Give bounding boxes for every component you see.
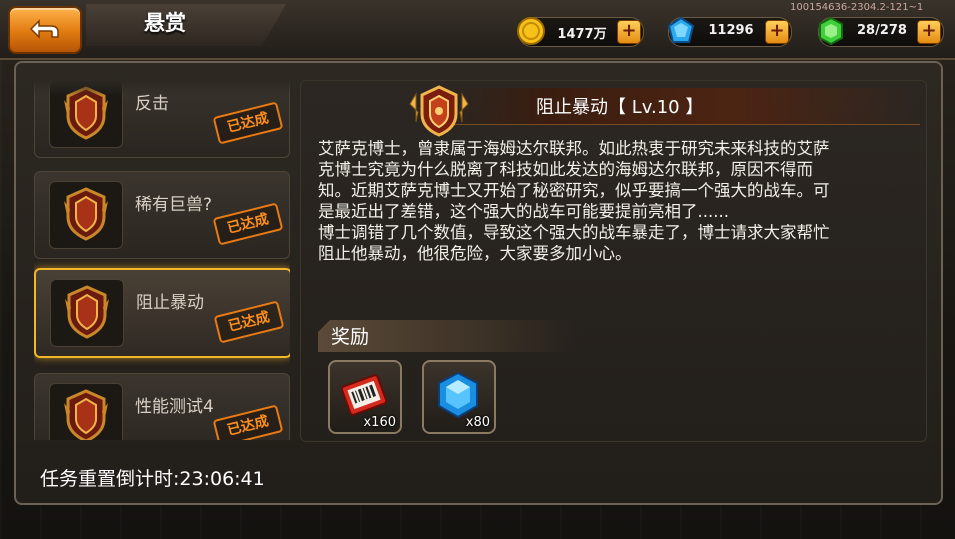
badge-frame bbox=[50, 279, 124, 347]
completed-stamp: 已达成 bbox=[212, 101, 284, 145]
task-name: 稀有巨兽? bbox=[135, 195, 213, 215]
rank-badge-icon bbox=[409, 85, 469, 137]
rank-badge-icon bbox=[64, 389, 108, 440]
stamina-icon bbox=[819, 16, 843, 46]
version-label: 100154636-2304.2-121~1 bbox=[790, 2, 924, 13]
completed-stamp: 已达成 bbox=[212, 202, 284, 246]
add-gem-button[interactable]: + bbox=[765, 20, 789, 44]
stamina-value: 28/278 bbox=[857, 23, 907, 38]
task-list[interactable]: 反击 已达成 稀有巨兽? 已达成 阻止暴动 已达成 性能测试4 已达成 bbox=[34, 80, 290, 440]
task-card-stop-riot[interactable]: 阻止暴动 已达成 bbox=[34, 268, 290, 358]
task-description: 艾萨克博士，曾隶属于海姆达尔联邦。如此热衷于研究未来科技的艾萨 克博士究竟为什么… bbox=[318, 139, 830, 263]
gold-resource: 1477万 + bbox=[517, 17, 644, 47]
completed-stamp: 已达成 bbox=[213, 300, 285, 344]
reward-item-crystal[interactable]: x80 bbox=[422, 360, 496, 434]
back-arrow-icon bbox=[29, 19, 59, 39]
add-stamina-button[interactable]: + bbox=[917, 20, 941, 44]
title-tab bbox=[86, 4, 286, 46]
reward-quantity: x160 bbox=[363, 415, 396, 430]
stamina-resource: 28/278 + bbox=[818, 16, 944, 47]
task-name: 性能测试4 bbox=[135, 397, 214, 417]
ticket-icon bbox=[340, 374, 388, 416]
reward-item-ticket[interactable]: x160 bbox=[328, 360, 402, 434]
badge-frame bbox=[49, 181, 123, 249]
list-fade-edge bbox=[34, 80, 290, 96]
task-detail-title: 阻止暴动【 Lv.10 】 bbox=[536, 97, 704, 118]
gold-value: 1477万 bbox=[557, 27, 607, 42]
task-card-rare-beast[interactable]: 稀有巨兽? 已达成 bbox=[34, 171, 290, 259]
reward-quantity: x80 bbox=[465, 415, 490, 430]
task-card-performance-test[interactable]: 性能测试4 已达成 bbox=[34, 373, 290, 440]
gem-value: 11296 bbox=[708, 23, 754, 38]
reset-countdown: 任务重置倒计时:23:06:41 bbox=[40, 468, 265, 490]
back-button[interactable] bbox=[8, 6, 82, 54]
completed-stamp: 已达成 bbox=[212, 404, 284, 440]
rank-badge-icon bbox=[64, 187, 108, 241]
reward-label: 奖励 bbox=[331, 326, 370, 348]
gem-resource: 11296 + bbox=[667, 16, 792, 47]
gold-coin-icon bbox=[517, 17, 545, 45]
blue-crystal-icon bbox=[438, 371, 478, 419]
rank-badge-icon bbox=[65, 285, 109, 339]
page-title: 悬赏 bbox=[144, 11, 186, 35]
add-gold-button[interactable]: + bbox=[617, 20, 641, 44]
blue-gem-icon bbox=[667, 16, 695, 43]
task-name: 阻止暴动 bbox=[136, 293, 204, 313]
badge-frame bbox=[49, 383, 123, 440]
